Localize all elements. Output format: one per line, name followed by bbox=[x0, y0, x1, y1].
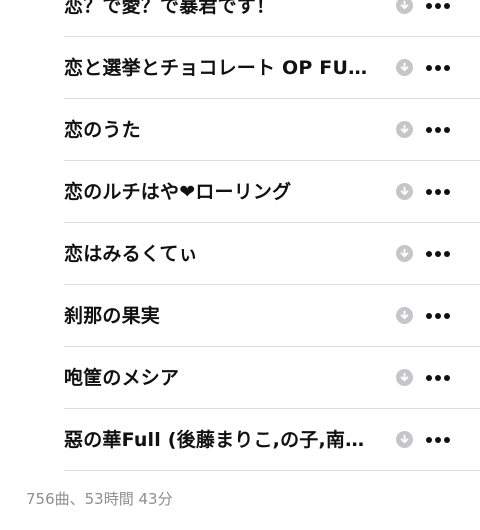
row-divider bbox=[64, 470, 480, 471]
song-row[interactable]: 惡の華Full (後藤まりこ,の子,南… bbox=[0, 409, 480, 471]
song-row[interactable]: 刹那の果実 bbox=[0, 285, 480, 347]
song-title: 恋と選挙とチョコレート OP FU… bbox=[64, 57, 368, 79]
song-title: 恋のルチはや❤ローリング bbox=[64, 181, 292, 203]
more-options-icon[interactable] bbox=[426, 375, 450, 381]
more-options-icon[interactable] bbox=[426, 251, 450, 257]
download-icon[interactable] bbox=[396, 431, 413, 448]
playlist-summary: 756曲、53時間 43分 bbox=[26, 490, 173, 508]
song-list: 恋？で愛？で暴君です！ 恋と選挙とチョコレート OP FU… 恋のうた 恋のルチ… bbox=[0, 0, 480, 471]
song-row[interactable]: 恋はみるくてぃ bbox=[0, 223, 480, 285]
download-icon[interactable] bbox=[396, 0, 413, 14]
more-options-icon[interactable] bbox=[426, 437, 450, 443]
download-icon[interactable] bbox=[396, 183, 413, 200]
song-row[interactable]: 恋と選挙とチョコレート OP FU… bbox=[0, 37, 480, 99]
download-icon[interactable] bbox=[396, 121, 413, 138]
song-title: 恋のうた bbox=[64, 119, 141, 141]
download-icon[interactable] bbox=[396, 59, 413, 76]
more-options-icon[interactable] bbox=[426, 189, 450, 195]
more-options-icon[interactable] bbox=[426, 313, 450, 319]
more-options-icon[interactable] bbox=[426, 65, 450, 71]
song-row[interactable]: 咆筐のメシア bbox=[0, 347, 480, 409]
song-title: 咆筐のメシア bbox=[64, 367, 180, 389]
more-options-icon[interactable] bbox=[426, 127, 450, 133]
song-row[interactable]: 恋のうた bbox=[0, 99, 480, 161]
song-title: 惡の華Full (後藤まりこ,の子,南… bbox=[64, 429, 365, 451]
more-options-icon[interactable] bbox=[426, 3, 450, 9]
song-title: 恋はみるくてぃ bbox=[64, 243, 198, 265]
download-icon[interactable] bbox=[396, 369, 413, 386]
song-title: 刹那の果実 bbox=[64, 305, 161, 327]
download-icon[interactable] bbox=[396, 307, 413, 324]
song-row[interactable]: 恋のルチはや❤ローリング bbox=[0, 161, 480, 223]
download-icon[interactable] bbox=[396, 245, 413, 262]
song-row[interactable]: 恋？で愛？で暴君です！ bbox=[0, 0, 480, 37]
song-title: 恋？で愛？で暴君です！ bbox=[64, 0, 276, 17]
